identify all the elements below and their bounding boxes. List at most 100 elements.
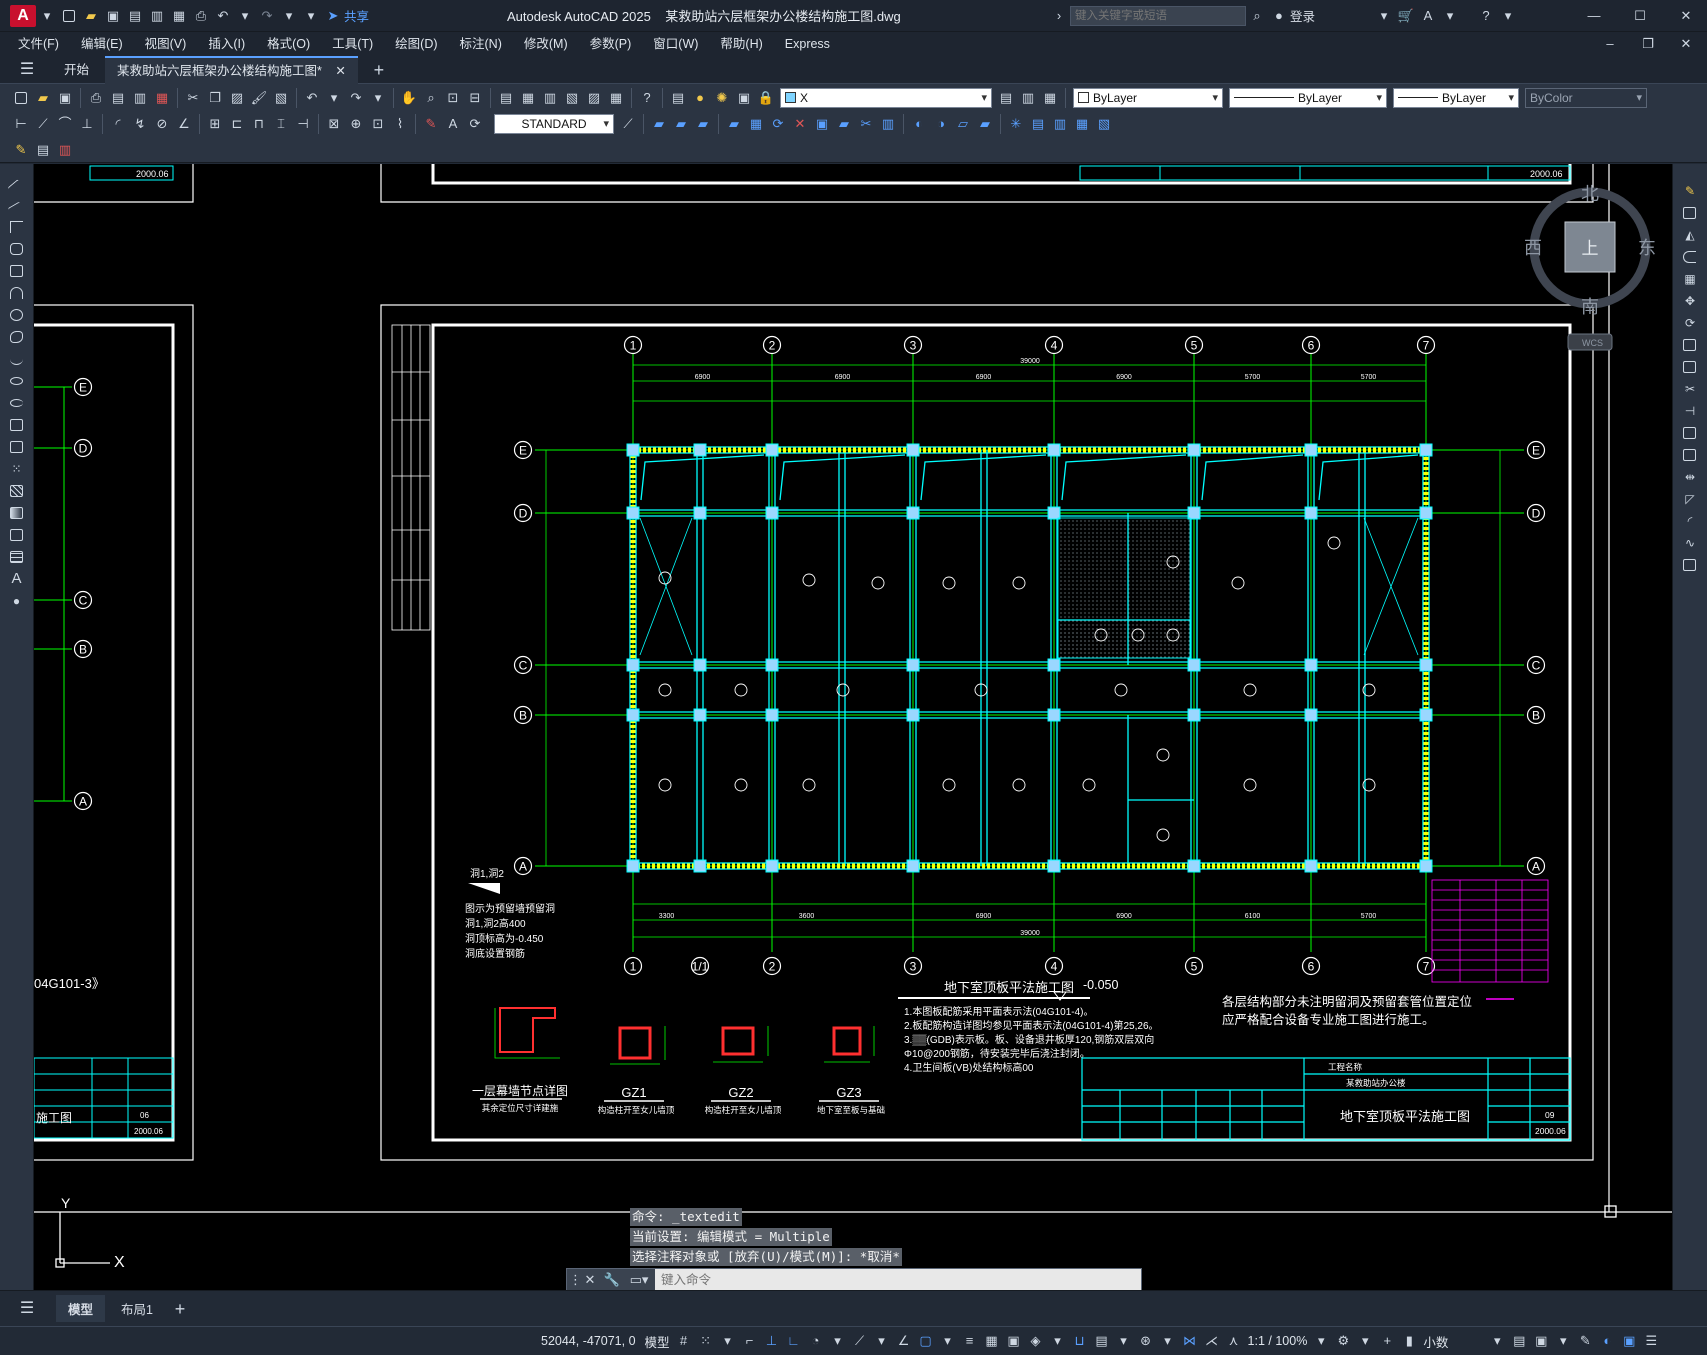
move-icon[interactable]: ▰ <box>649 114 669 134</box>
jogged-linear-icon[interactable]: ⌇ <box>390 114 410 134</box>
lock-ui-dropdown-icon[interactable]: ▾ <box>1554 1332 1572 1350</box>
menu-tools[interactable]: 工具(T) <box>321 32 384 56</box>
clean-screen-icon[interactable]: ▣ <box>1620 1332 1638 1350</box>
maximize-icon[interactable]: ☐ <box>1631 7 1649 25</box>
design-center-icon[interactable]: ▦ <box>518 88 538 108</box>
color-dropdown[interactable]: ByLayer <box>1073 88 1223 108</box>
layout-menu-icon[interactable]: ☰ <box>18 1300 36 1318</box>
open-file-icon[interactable]: ▰ <box>81 6 101 26</box>
text-style-dropdown[interactable]: STANDARD <box>494 114 614 134</box>
dynamic-ucs-icon[interactable]: ⊔ <box>1071 1332 1089 1350</box>
rectangle-icon[interactable] <box>7 262 27 280</box>
snap-dropdown-icon[interactable]: ▾ <box>719 1332 737 1350</box>
polar-dropdown-icon[interactable]: ▾ <box>829 1332 847 1350</box>
fillet-vertical-icon[interactable]: ◜ <box>1680 512 1700 530</box>
mirror-icon[interactable]: ▰ <box>693 114 713 134</box>
zoom-previous-icon[interactable]: ⊟ <box>465 88 485 108</box>
tab-model[interactable]: 模型 <box>56 1295 106 1322</box>
save-as-icon[interactable]: ▤ <box>125 6 145 26</box>
layer-lock-icon[interactable]: 🔒 <box>756 88 776 108</box>
hardware-acceleration-icon[interactable]: ◐ <box>1598 1332 1616 1350</box>
sheet-set-icon[interactable]: ▧ <box>562 88 582 108</box>
dim-style-icon[interactable]: ⟋ <box>618 114 638 134</box>
fillet-icon[interactable]: ▰ <box>975 114 995 134</box>
zoom-realtime-icon[interactable]: ⌕ <box>421 88 441 108</box>
menu-express[interactable]: Express <box>774 32 841 56</box>
layer-states-icon[interactable]: ▦ <box>1040 88 1060 108</box>
break-point-vertical-icon[interactable] <box>1680 424 1700 442</box>
minimize-icon[interactable]: — <box>1585 7 1603 25</box>
redo-toolbar-icon[interactable]: ↷ <box>346 88 366 108</box>
tab-start[interactable]: 开始 <box>52 56 101 84</box>
plotstyle-dropdown[interactable]: ByColor <box>1525 88 1647 108</box>
plot-icon[interactable]: ⎙ <box>86 88 106 108</box>
linear-dim-icon[interactable]: ⊢ <box>11 114 31 134</box>
command-close-icon[interactable]: ✕ <box>581 1271 599 1289</box>
circle-icon[interactable] <box>7 306 27 324</box>
angular-dim-icon[interactable]: ∠ <box>174 114 194 134</box>
baseline-dim-icon[interactable]: ⊏ <box>227 114 247 134</box>
array-vertical-icon[interactable]: ▦ <box>1680 270 1700 288</box>
polar-icon[interactable]: ◔ <box>807 1332 825 1350</box>
object-snap-dropdown-icon[interactable]: ▾ <box>939 1332 957 1350</box>
ortho-icon[interactable]: ∟ <box>785 1332 803 1350</box>
undo-toolbar-dropdown-icon[interactable]: ▾ <box>325 89 343 107</box>
lineweight-dropdown[interactable]: ByLayer <box>1393 88 1519 108</box>
properties-icon[interactable]: ▤ <box>496 88 516 108</box>
erase-icon[interactable]: ✕ <box>790 114 810 134</box>
block-editor-icon[interactable]: ▧ <box>271 88 291 108</box>
insert-block-icon[interactable] <box>7 416 27 434</box>
viewcube-north[interactable]: 北 <box>1581 184 1599 204</box>
redo-icon[interactable]: ↷ <box>257 6 277 26</box>
menu-view[interactable]: 视图(V) <box>134 32 198 56</box>
search-expand-icon[interactable]: › <box>1050 7 1068 25</box>
offset-vertical-icon[interactable] <box>1680 248 1700 266</box>
extend-icon[interactable]: ▥ <box>878 114 898 134</box>
mirror-vertical-icon[interactable]: ◭ <box>1680 226 1700 244</box>
undo-icon[interactable]: ↶ <box>213 6 233 26</box>
menu-help[interactable]: 帮助(H) <box>709 32 773 56</box>
cart-icon[interactable]: 🛒 <box>1397 7 1415 25</box>
menu-parametric[interactable]: 参数(P) <box>579 32 643 56</box>
edit-text-icon[interactable]: ✎ <box>11 140 31 160</box>
hatch-icon[interactable] <box>7 482 27 500</box>
polyline-icon[interactable] <box>7 218 27 236</box>
redo-toolbar-dropdown-icon[interactable]: ▾ <box>369 89 387 107</box>
dynamic-input-icon[interactable]: ⊥ <box>763 1332 781 1350</box>
erase-vertical-icon[interactable]: ✎ <box>1680 182 1700 200</box>
continue-dim-icon[interactable]: ⊓ <box>249 114 269 134</box>
move-vertical-icon[interactable]: ✥ <box>1680 292 1700 310</box>
transparency-icon[interactable]: ▦ <box>983 1332 1001 1350</box>
add-layout-icon[interactable]: + <box>171 1300 189 1318</box>
stretch-vertical-icon[interactable] <box>1680 358 1700 376</box>
menu-window[interactable]: 窗口(W) <box>642 32 709 56</box>
menu-edit[interactable]: 编辑(E) <box>70 32 134 56</box>
spell-check-icon[interactable]: ▥ <box>55 140 75 160</box>
workspace-dropdown-icon[interactable]: ▾ <box>1356 1332 1374 1350</box>
dim-break-icon[interactable]: ⊣ <box>293 114 313 134</box>
pan-icon[interactable]: ✋ <box>399 88 419 108</box>
multiline-text-icon[interactable]: A <box>7 570 27 588</box>
quick-properties-icon[interactable]: ▤ <box>1510 1332 1528 1350</box>
chamfer-icon[interactable]: ▱ <box>953 114 973 134</box>
isodraft-icon[interactable]: ⟋ <box>851 1332 869 1350</box>
help-toolbar-icon[interactable]: ? <box>637 88 657 108</box>
units-value[interactable]: 小数 <box>1423 1332 1483 1351</box>
units-dropdown-icon[interactable]: ▾ <box>1488 1332 1506 1350</box>
units-icon[interactable]: ▮ <box>1400 1332 1418 1350</box>
scale-dropdown-icon[interactable]: ▾ <box>1312 1332 1330 1350</box>
viewcube-east[interactable]: 东 <box>1638 238 1656 258</box>
find-text-icon[interactable]: ▤ <box>33 140 53 160</box>
layer-previous-icon[interactable]: ▥ <box>1018 88 1038 108</box>
tool-palettes-icon[interactable]: ▥ <box>540 88 560 108</box>
layer-viewport-icon[interactable]: ▣ <box>734 88 754 108</box>
save-icon[interactable]: ▣ <box>103 6 123 26</box>
menu-format[interactable]: 格式(O) <box>256 32 321 56</box>
diameter-dim-icon[interactable]: ⊘ <box>152 114 172 134</box>
object-snap-tracking-icon[interactable]: ∠ <box>895 1332 913 1350</box>
apps-dropdown-icon[interactable]: ▾ <box>1441 7 1459 25</box>
menu-draw[interactable]: 绘图(D) <box>384 32 448 56</box>
model-space-toggle[interactable]: 模型 <box>645 1332 670 1351</box>
selection-filter-dropdown-icon[interactable]: ▾ <box>1115 1332 1133 1350</box>
help-icon[interactable]: ? <box>1477 7 1495 25</box>
